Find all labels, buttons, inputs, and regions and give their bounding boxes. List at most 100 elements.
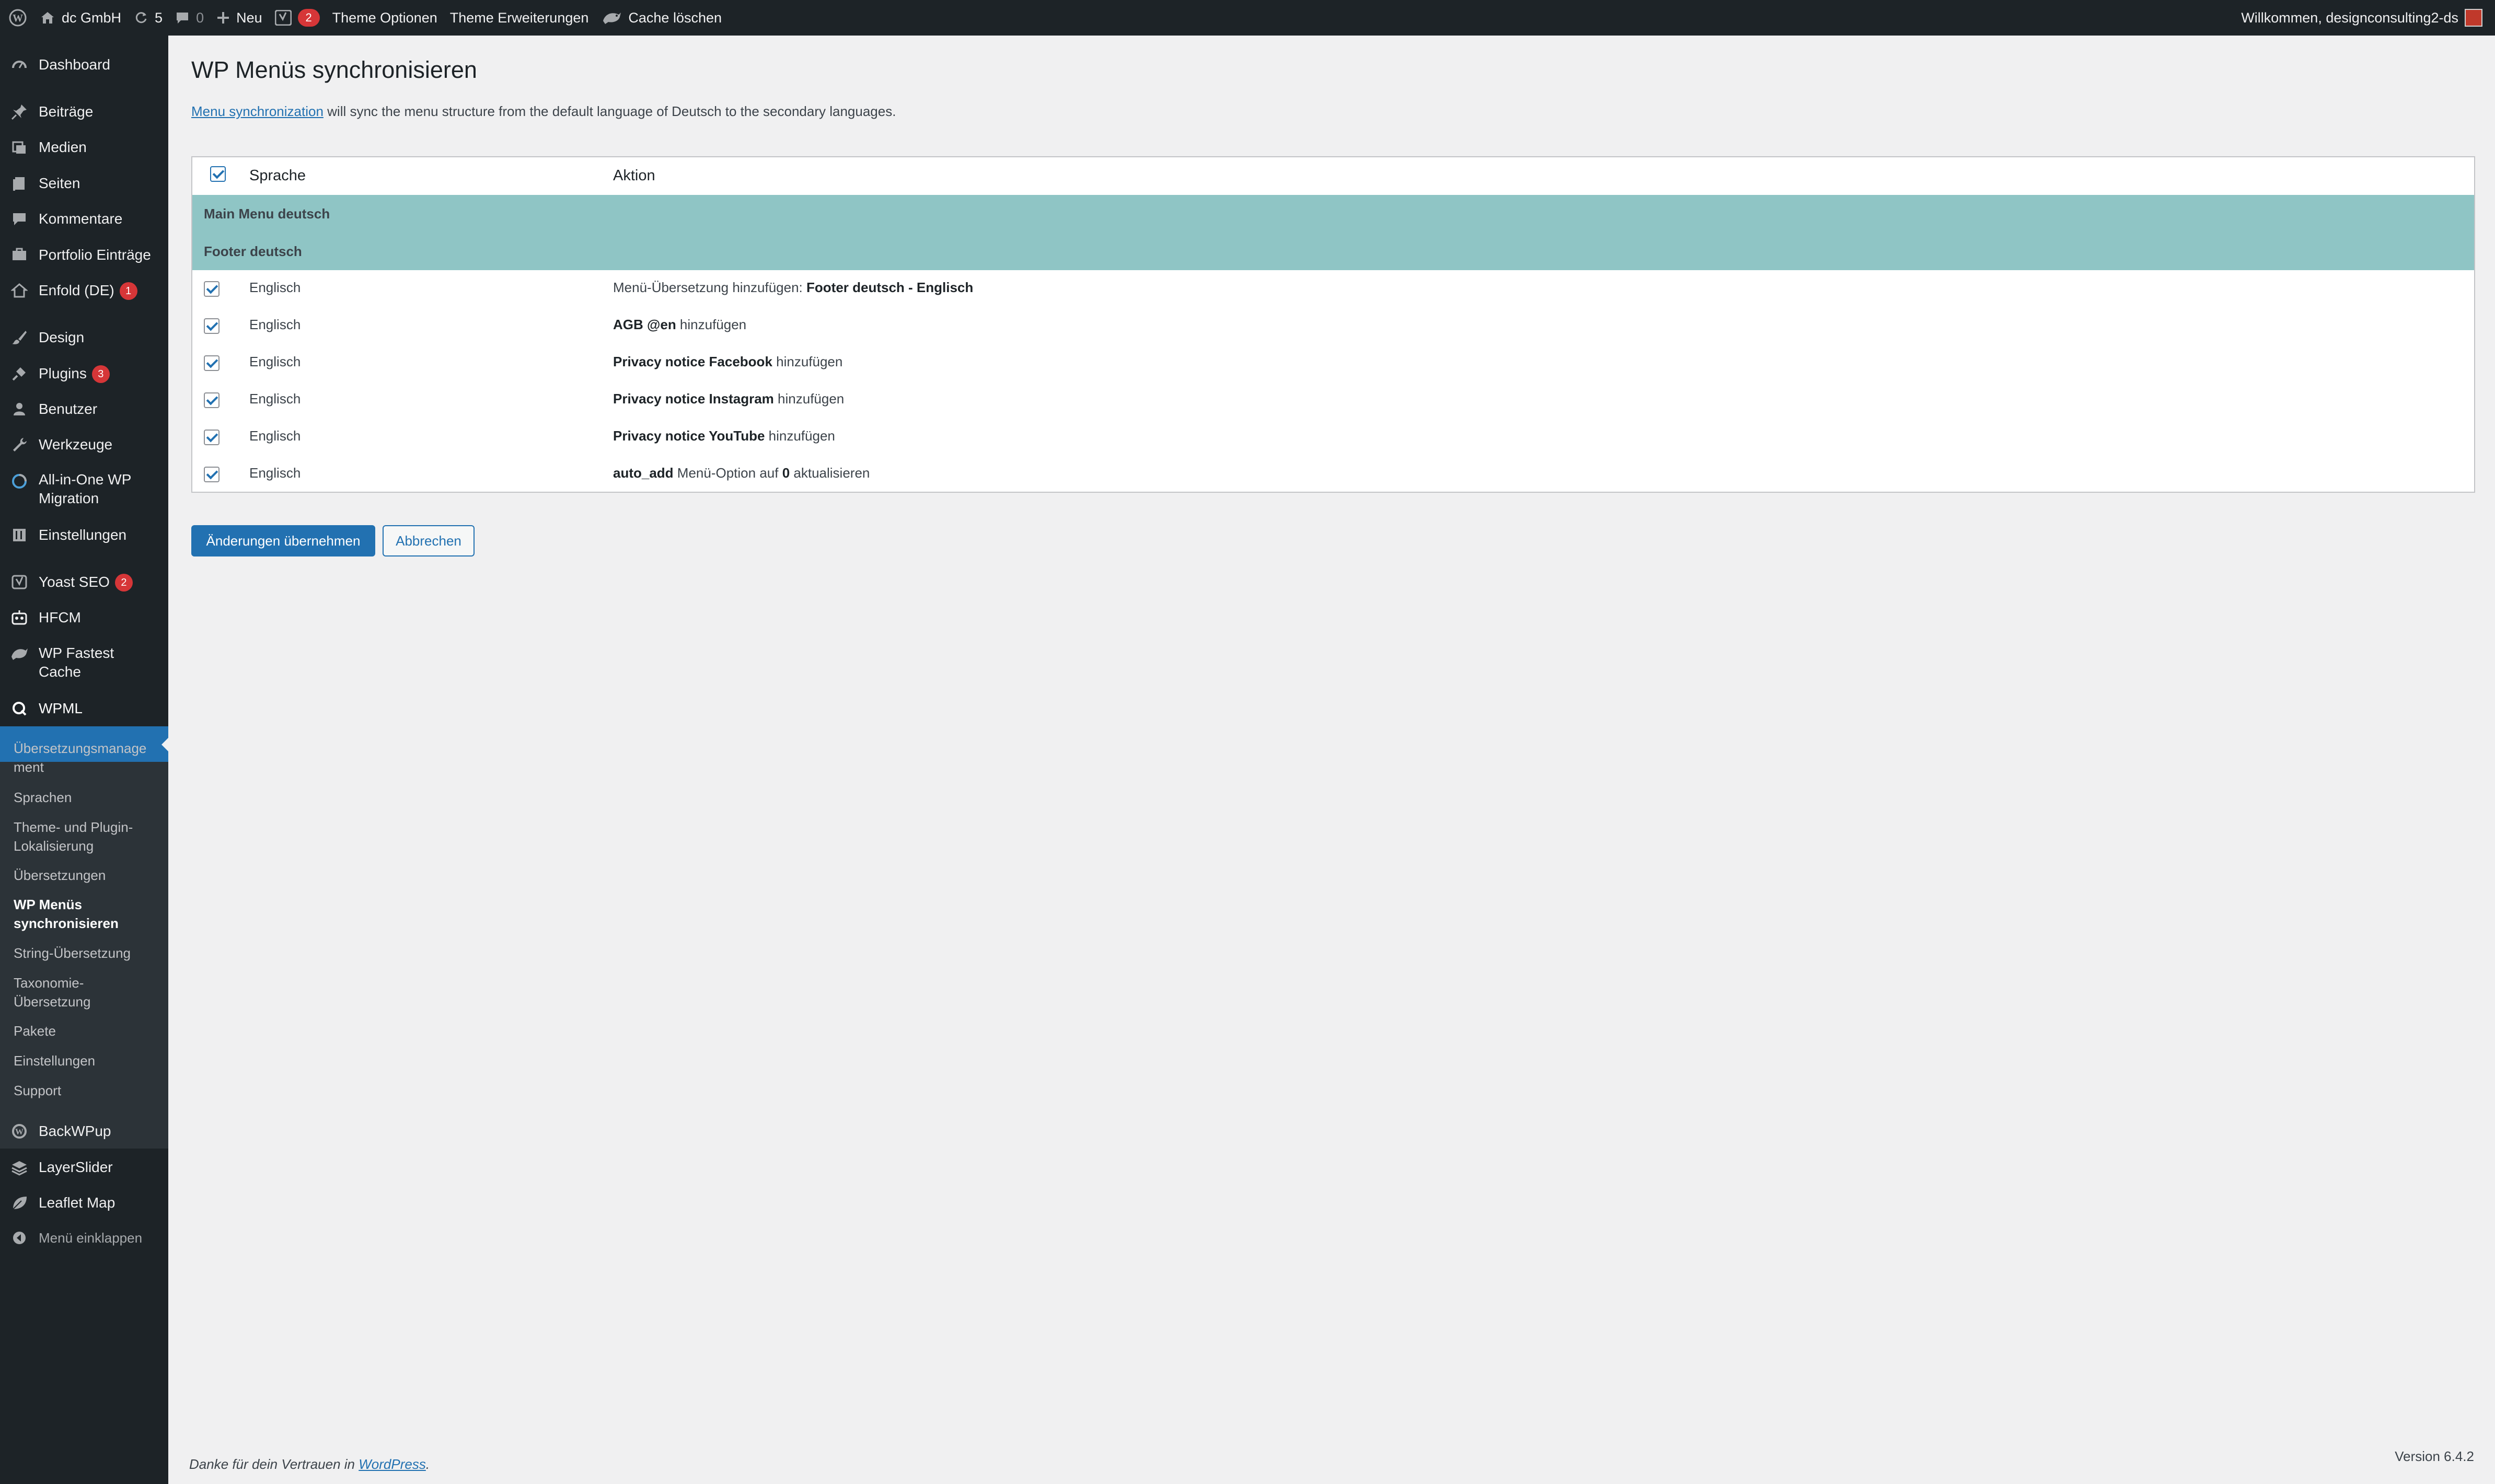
row-checkbox[interactable] xyxy=(204,318,220,334)
action-text: hinzufügen xyxy=(772,354,843,369)
menu-dashboard[interactable]: Dashboard xyxy=(0,55,168,74)
menu-layerslider[interactable]: LayerSlider xyxy=(0,1158,168,1177)
menu-label: Seiten xyxy=(39,175,80,191)
portfolio-icon xyxy=(9,245,29,265)
submenu-translation-management[interactable]: Übersetzungsmanage ment xyxy=(14,739,160,776)
submenu-translations[interactable]: Übersetzungen xyxy=(14,866,160,885)
updates-count: 5 xyxy=(155,9,163,26)
row-action: Menü-Übersetzung hinzufügen: Footer deut… xyxy=(613,280,973,296)
collapse-icon xyxy=(9,1228,29,1248)
submenu-label: Einstellungen xyxy=(14,1053,96,1069)
menu-posts[interactable]: Beiträge xyxy=(0,102,168,121)
my-account-link[interactable]: Willkommen, designconsulting2-ds xyxy=(2241,0,2482,36)
yoast-icon xyxy=(9,572,29,592)
menu-label: Design xyxy=(39,329,85,345)
menu-settings[interactable]: Einstellungen xyxy=(0,526,168,544)
footer-thanks: Danke für dein Vertrauen in WordPress. xyxy=(189,1456,430,1473)
menu-label: Dashboard xyxy=(39,56,110,73)
submenu-taxonomy-translation[interactable]: Taxonomie- Übersetzung xyxy=(14,973,160,1011)
new-content-link[interactable]: Neu xyxy=(216,10,262,26)
menu-enfold[interactable]: Enfold (DE) 1 xyxy=(0,281,168,300)
menu-all-in-one-migration[interactable]: All-in-One WP Migration xyxy=(0,470,168,508)
submenu-packages[interactable]: Pakete xyxy=(14,1022,160,1040)
wpml-icon xyxy=(9,699,29,718)
migration-label-line2: Migration xyxy=(39,490,99,506)
menu-tools[interactable]: Werkzeuge xyxy=(0,435,168,454)
menu-sync-link[interactable]: Menu synchronization xyxy=(191,103,324,119)
enfold-label: Enfold (DE) xyxy=(39,282,114,298)
user-icon xyxy=(9,399,29,419)
row-language: Englisch xyxy=(249,354,301,369)
theme-options-link[interactable]: Theme Optionen xyxy=(332,10,437,26)
menu-label: Enfold (DE) 1 xyxy=(39,281,137,300)
migration-label-line1: All-in-One WP xyxy=(39,471,132,488)
submenu-label: Taxonomie- xyxy=(14,975,84,991)
submenu-settings[interactable]: Einstellungen xyxy=(14,1051,160,1070)
cancel-button[interactable]: Abbrechen xyxy=(383,525,475,556)
row-checkbox[interactable] xyxy=(204,392,220,408)
menu-label: Medien xyxy=(39,139,87,155)
yoast-link[interactable]: 2 xyxy=(274,9,320,27)
cache-clear-link[interactable]: Cache löschen xyxy=(601,9,722,26)
menu-group-name: Main Menu deutsch xyxy=(204,206,330,222)
menu-media[interactable]: Medien xyxy=(0,138,168,157)
menu-yoast-seo[interactable]: Yoast SEO 2 xyxy=(0,573,168,592)
pages-icon xyxy=(9,173,29,193)
action-target: Footer deutsch - Englisch xyxy=(806,280,974,295)
menu-pages[interactable]: Seiten xyxy=(0,174,168,193)
menu-design[interactable]: Design xyxy=(0,328,168,347)
row-checkbox[interactable] xyxy=(204,467,220,482)
menu-label: BackWPup xyxy=(39,1123,111,1139)
plus-icon xyxy=(217,12,229,24)
row-checkbox[interactable] xyxy=(204,281,220,297)
theme-extensions-label: Theme Erweiterungen xyxy=(449,9,589,26)
menu-wpml[interactable]: WPML xyxy=(0,699,168,718)
row-language: Englisch xyxy=(249,465,301,481)
layers-icon xyxy=(9,1157,29,1177)
menu-plugins[interactable]: Plugins 3 xyxy=(0,364,168,384)
row-action: auto_add Menü-Option auf 0 aktualisieren xyxy=(613,465,870,481)
table-row: Englisch Privacy notice Facebook hinzufü… xyxy=(192,344,2474,381)
submenu-support[interactable]: Support xyxy=(14,1081,160,1100)
comment-icon xyxy=(177,13,189,24)
submenu-theme-plugin-localization[interactable]: Theme- und Plugin- Lokalisierung xyxy=(14,818,160,855)
submenu-wp-menus-sync[interactable]: WP Menüs synchronisieren xyxy=(14,895,160,933)
updates-link[interactable]: 5 xyxy=(134,10,163,26)
menu-leaflet-map[interactable]: Leaflet Map xyxy=(0,1193,168,1212)
column-header-language: Sprache xyxy=(249,167,306,184)
menu-hfcm[interactable]: HFCM xyxy=(0,608,168,627)
comment-icon xyxy=(9,209,29,229)
row-checkbox[interactable] xyxy=(204,355,220,371)
menu-comments[interactable]: Kommentare xyxy=(0,210,168,228)
wordpress-logo-icon[interactable]: W xyxy=(8,8,27,27)
menu-users[interactable]: Benutzer xyxy=(0,400,168,419)
menu-label: Yoast SEO 2 xyxy=(39,573,133,592)
footer-thanks-end: . xyxy=(425,1456,430,1472)
table-row: Englisch Privacy notice YouTube hinzufüg… xyxy=(192,419,2474,456)
home-icon xyxy=(41,12,54,24)
row-language: Englisch xyxy=(249,280,301,295)
row-checkbox[interactable] xyxy=(204,430,220,445)
submenu-string-translation[interactable]: String-Übersetzung xyxy=(14,944,160,963)
menu-label: Beiträge xyxy=(39,103,94,120)
collapse-menu-button[interactable]: Menü einklappen xyxy=(0,1228,168,1247)
menu-wp-fastest-cache[interactable]: WP Fastest Cache xyxy=(0,644,168,681)
theme-extensions-link[interactable]: Theme Erweiterungen xyxy=(450,10,589,26)
menu-label: Einstellungen xyxy=(39,527,127,543)
wordpress-link[interactable]: WordPress xyxy=(359,1456,426,1472)
cache-clear-label: Cache löschen xyxy=(628,9,722,26)
apply-changes-button[interactable]: Änderungen übernehmen xyxy=(191,525,375,556)
enfold-badge: 1 xyxy=(119,282,137,300)
menu-backwpup[interactable]: W BackWPup xyxy=(0,1122,168,1141)
comments-link[interactable]: 0 xyxy=(175,10,204,26)
column-header-action: Aktion xyxy=(613,167,655,184)
submenu-label: String-Übersetzung xyxy=(14,945,131,961)
menu-portfolio[interactable]: Portfolio Einträge xyxy=(0,246,168,264)
menu-label: Werkzeuge xyxy=(39,436,113,453)
site-name-link[interactable]: dc GmbH xyxy=(40,10,121,26)
select-all-checkbox[interactable] xyxy=(210,166,226,182)
submenu-languages[interactable]: Sprachen xyxy=(14,788,160,807)
site-name: dc GmbH xyxy=(62,9,122,26)
page-title: WP Menüs synchronisieren xyxy=(191,56,477,83)
submenu-label: Theme- und Plugin- xyxy=(14,819,133,835)
